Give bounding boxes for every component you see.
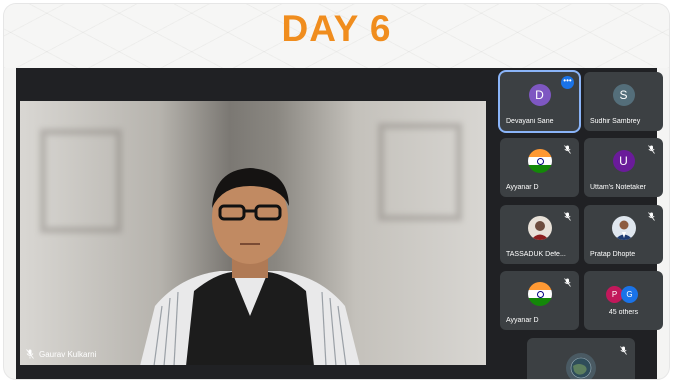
main-video-name-tag: Gaurav Kulkarni	[26, 349, 96, 359]
globe-avatar-icon	[566, 353, 596, 379]
participant-tile-ayyanar-d[interactable]: Ayyanar D	[500, 138, 579, 197]
participant-name: Ayyanar D	[506, 317, 539, 324]
participant-name: Pratap Dhopte	[590, 251, 636, 258]
video-call-window: Gaurav Kulkarni D ••• Devayani Sane S Su…	[16, 68, 663, 379]
participant-tile-devayani-sane[interactable]: D ••• Devayani Sane	[500, 72, 579, 131]
mic-off-icon	[564, 145, 571, 154]
participant-tile-tassaduk[interactable]: TASSADUK Defe...	[500, 205, 579, 264]
main-video-feed[interactable]: Gaurav Kulkarni	[20, 101, 486, 365]
india-flag-avatar	[527, 282, 552, 306]
participant-tile-uttams-notetaker[interactable]: U Uttam's Notetaker	[584, 138, 663, 197]
photo-avatar	[527, 216, 552, 240]
meeting-screenshot-card: DAY 6 Gaurav Kulkarni D ••• Devayani San…	[4, 4, 669, 379]
others-count: 45 others	[608, 309, 639, 316]
more-options-icon[interactable]: •••	[561, 76, 574, 89]
wall-frame-right	[378, 123, 462, 221]
mic-off-icon	[564, 278, 571, 287]
day-title: DAY 6	[281, 8, 392, 49]
mic-off-icon	[648, 145, 655, 154]
mic-off-icon	[620, 346, 627, 355]
participant-name: Ayyanar D	[506, 184, 539, 191]
day-banner: DAY 6	[4, 4, 669, 68]
participant-name: Devayani Sane	[506, 118, 554, 125]
avatar: D	[528, 84, 551, 106]
speaker-figure	[140, 168, 360, 365]
participant-tile-pratap-dhopte[interactable]: Pratap Dhopte	[584, 205, 663, 264]
mic-off-icon	[564, 212, 571, 221]
photo-avatar	[611, 216, 636, 240]
avatar: G	[621, 286, 638, 303]
participant-name: Sudhir Sambrey	[590, 118, 641, 125]
mic-off-icon	[648, 212, 655, 221]
participant-name: Uttam's Notetaker	[590, 184, 646, 191]
avatar: U	[612, 150, 635, 172]
avatar: S	[612, 84, 635, 106]
main-video-participant-name: Gaurav Kulkarni	[39, 349, 97, 359]
mic-off-icon	[26, 349, 34, 359]
participant-tile-ayyanar-d-2[interactable]: Ayyanar D	[500, 271, 579, 330]
participant-name: TASSADUK Defe...	[506, 251, 566, 258]
participant-tile-sudhir-sambrey[interactable]: S Sudhir Sambrey	[584, 72, 663, 131]
participant-tile-others[interactable]: P G 45 others	[584, 271, 663, 330]
india-flag-avatar	[527, 149, 552, 173]
self-view-tile[interactable]	[527, 338, 635, 379]
